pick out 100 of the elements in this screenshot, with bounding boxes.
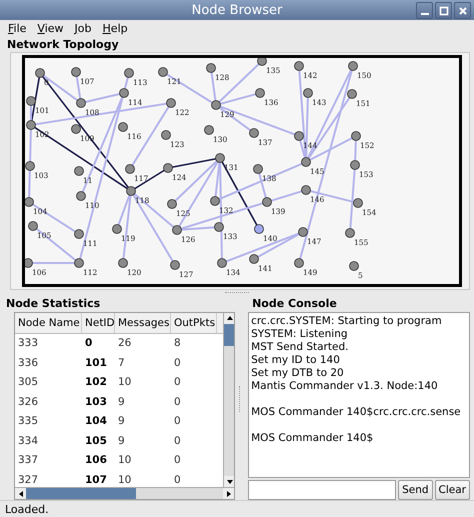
console-line: crc.crc.SYSTEM: Starting to program xyxy=(251,315,443,328)
node-dot[interactable] xyxy=(112,224,122,234)
table-cell-text: 102 xyxy=(84,376,108,388)
window-title: Node Browser xyxy=(192,2,282,18)
minimize-button[interactable] xyxy=(416,2,433,19)
node-dot[interactable] xyxy=(76,191,86,201)
menu-item[interactable]: Job xyxy=(74,22,92,37)
console-button[interactable]: Send xyxy=(398,480,433,500)
node-dot[interactable] xyxy=(253,164,263,174)
node-dot[interactable] xyxy=(204,125,214,135)
table-cell-text: 0 xyxy=(84,337,94,350)
node-dot[interactable] xyxy=(163,163,173,173)
command-input-field[interactable] xyxy=(248,480,396,500)
node-dot[interactable] xyxy=(118,258,128,268)
node-dot[interactable] xyxy=(211,100,221,110)
node-dot[interactable] xyxy=(294,131,304,141)
maximize-icon xyxy=(438,6,448,16)
node-dot[interactable] xyxy=(206,63,216,73)
splitter-handle[interactable] xyxy=(225,292,249,295)
menu-item[interactable]: File xyxy=(8,22,26,37)
node-dot[interactable] xyxy=(71,67,81,77)
node-dot[interactable] xyxy=(26,96,36,106)
table-cell-text: 10 xyxy=(117,474,132,486)
node-dot[interactable] xyxy=(249,254,259,264)
node-dot[interactable] xyxy=(217,258,227,268)
node-dot[interactable] xyxy=(298,227,308,237)
node-dot[interactable] xyxy=(124,68,134,78)
table-cell-text: 106 xyxy=(84,454,108,466)
node-dot[interactable] xyxy=(119,88,129,98)
node-dot[interactable] xyxy=(76,98,86,108)
node-dot[interactable] xyxy=(262,197,272,207)
menu-item[interactable]: Help xyxy=(102,22,128,37)
status-text: Loaded. xyxy=(0,500,474,517)
node-dot[interactable] xyxy=(125,164,135,174)
node-dot[interactable] xyxy=(294,61,304,71)
scroll-thumb[interactable] xyxy=(224,324,234,346)
node-dot[interactable] xyxy=(345,228,355,238)
node-dot[interactable] xyxy=(166,98,176,108)
console-line: Set my ID to 140 xyxy=(251,354,341,367)
node-dot[interactable] xyxy=(158,67,168,77)
table-cell-text: 9 xyxy=(117,396,126,408)
splitter-handle[interactable] xyxy=(239,386,242,412)
node-dot[interactable] xyxy=(215,153,225,163)
node-dot[interactable] xyxy=(348,61,358,71)
table-cell-text: 327 xyxy=(17,474,40,486)
table-cell-text: 9 xyxy=(117,415,126,428)
section-title: Node Console xyxy=(251,297,338,312)
minimize-icon xyxy=(420,13,428,15)
node-dot[interactable] xyxy=(74,258,84,268)
node-dot[interactable] xyxy=(74,229,84,239)
horizontal-scrollbar[interactable] xyxy=(15,487,234,499)
node-dot[interactable] xyxy=(28,221,38,231)
node-dot[interactable] xyxy=(167,199,177,209)
table-cell-text: 9 xyxy=(117,434,126,447)
column-header[interactable]: Messages xyxy=(115,312,171,333)
scroll-thumb[interactable] xyxy=(26,488,136,499)
vertical-scrollbar[interactable] xyxy=(223,312,234,487)
section-title: Network Topology xyxy=(6,37,120,52)
close-button[interactable] xyxy=(454,2,471,19)
node-dot[interactable] xyxy=(25,161,35,171)
column-header[interactable]: OutPkts xyxy=(171,312,217,333)
console-button[interactable]: Clear xyxy=(434,480,470,500)
table-cell-text: 0 xyxy=(173,434,182,447)
table-cell-text: 305 xyxy=(17,376,40,388)
node-dot[interactable] xyxy=(71,124,81,134)
column-header[interactable]: Node Name xyxy=(15,312,82,333)
node-dot[interactable] xyxy=(214,222,224,232)
node-dot[interactable] xyxy=(35,68,45,78)
node-dot[interactable] xyxy=(118,122,128,132)
node-dot[interactable] xyxy=(347,89,357,99)
node-dot[interactable] xyxy=(303,88,313,98)
node-dot[interactable] xyxy=(170,260,180,270)
node-dot[interactable] xyxy=(349,261,359,271)
column-header[interactable]: NetID xyxy=(82,312,115,333)
table-cell-text: 105 xyxy=(84,434,108,447)
table-cell-text: 10 xyxy=(117,454,132,466)
table-cell-text: 335 xyxy=(17,415,40,428)
node-dot[interactable] xyxy=(161,130,171,140)
table-cell-text: 103 xyxy=(84,396,108,408)
node-dot[interactable] xyxy=(126,186,136,196)
table-cell-text: 7 xyxy=(117,356,126,369)
node-dot[interactable] xyxy=(254,224,264,234)
node-dot[interactable] xyxy=(301,157,311,167)
table-cell-text: 0 xyxy=(173,474,182,486)
node-dot[interactable] xyxy=(210,196,220,206)
console-line: MST Send Started. xyxy=(251,341,350,354)
node-dot[interactable] xyxy=(350,160,360,170)
node-dot[interactable] xyxy=(294,258,304,268)
node-dot[interactable] xyxy=(351,131,361,141)
menu-item[interactable]: View xyxy=(37,22,64,37)
node-dot[interactable] xyxy=(249,128,259,138)
node-dot[interactable] xyxy=(172,225,182,235)
console-line: MOS Commander 140$ xyxy=(251,431,374,445)
node-dot[interactable] xyxy=(255,88,265,98)
node-dot[interactable] xyxy=(301,185,311,195)
node-dot[interactable] xyxy=(353,198,363,208)
maximize-button[interactable] xyxy=(435,2,452,19)
node-dot[interactable] xyxy=(26,120,36,130)
node-dot[interactable] xyxy=(74,166,84,176)
section-title: Node Statistics xyxy=(5,297,102,312)
